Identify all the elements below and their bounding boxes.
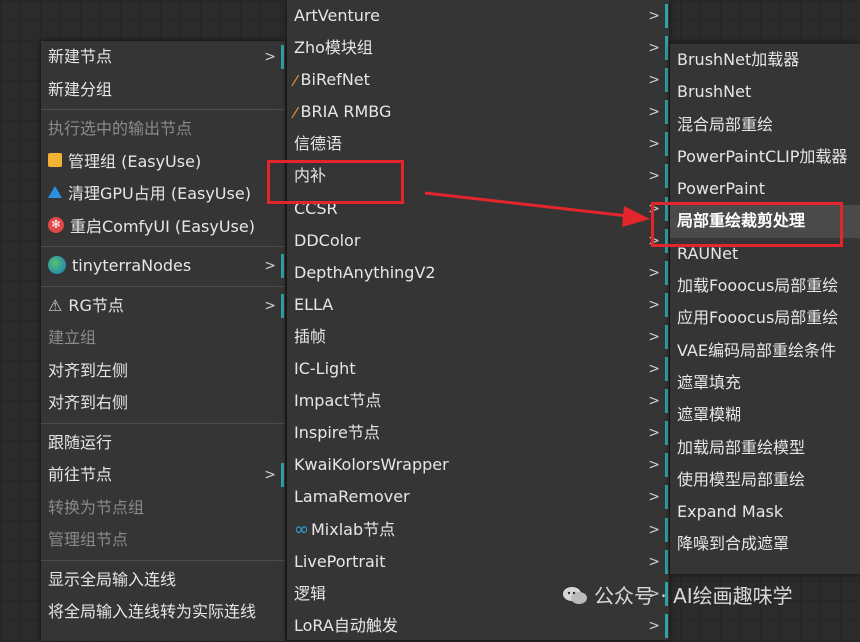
annotation-arrow (424, 191, 650, 227)
wechat-icon (562, 586, 588, 606)
watermark: 公众号 · AI绘画趣味学 (562, 580, 793, 609)
watermark-text: 公众号 · AI绘画趣味学 (594, 584, 793, 608)
annotation-arrow-head (622, 206, 650, 227)
annotation-arrow-line (424, 191, 629, 218)
